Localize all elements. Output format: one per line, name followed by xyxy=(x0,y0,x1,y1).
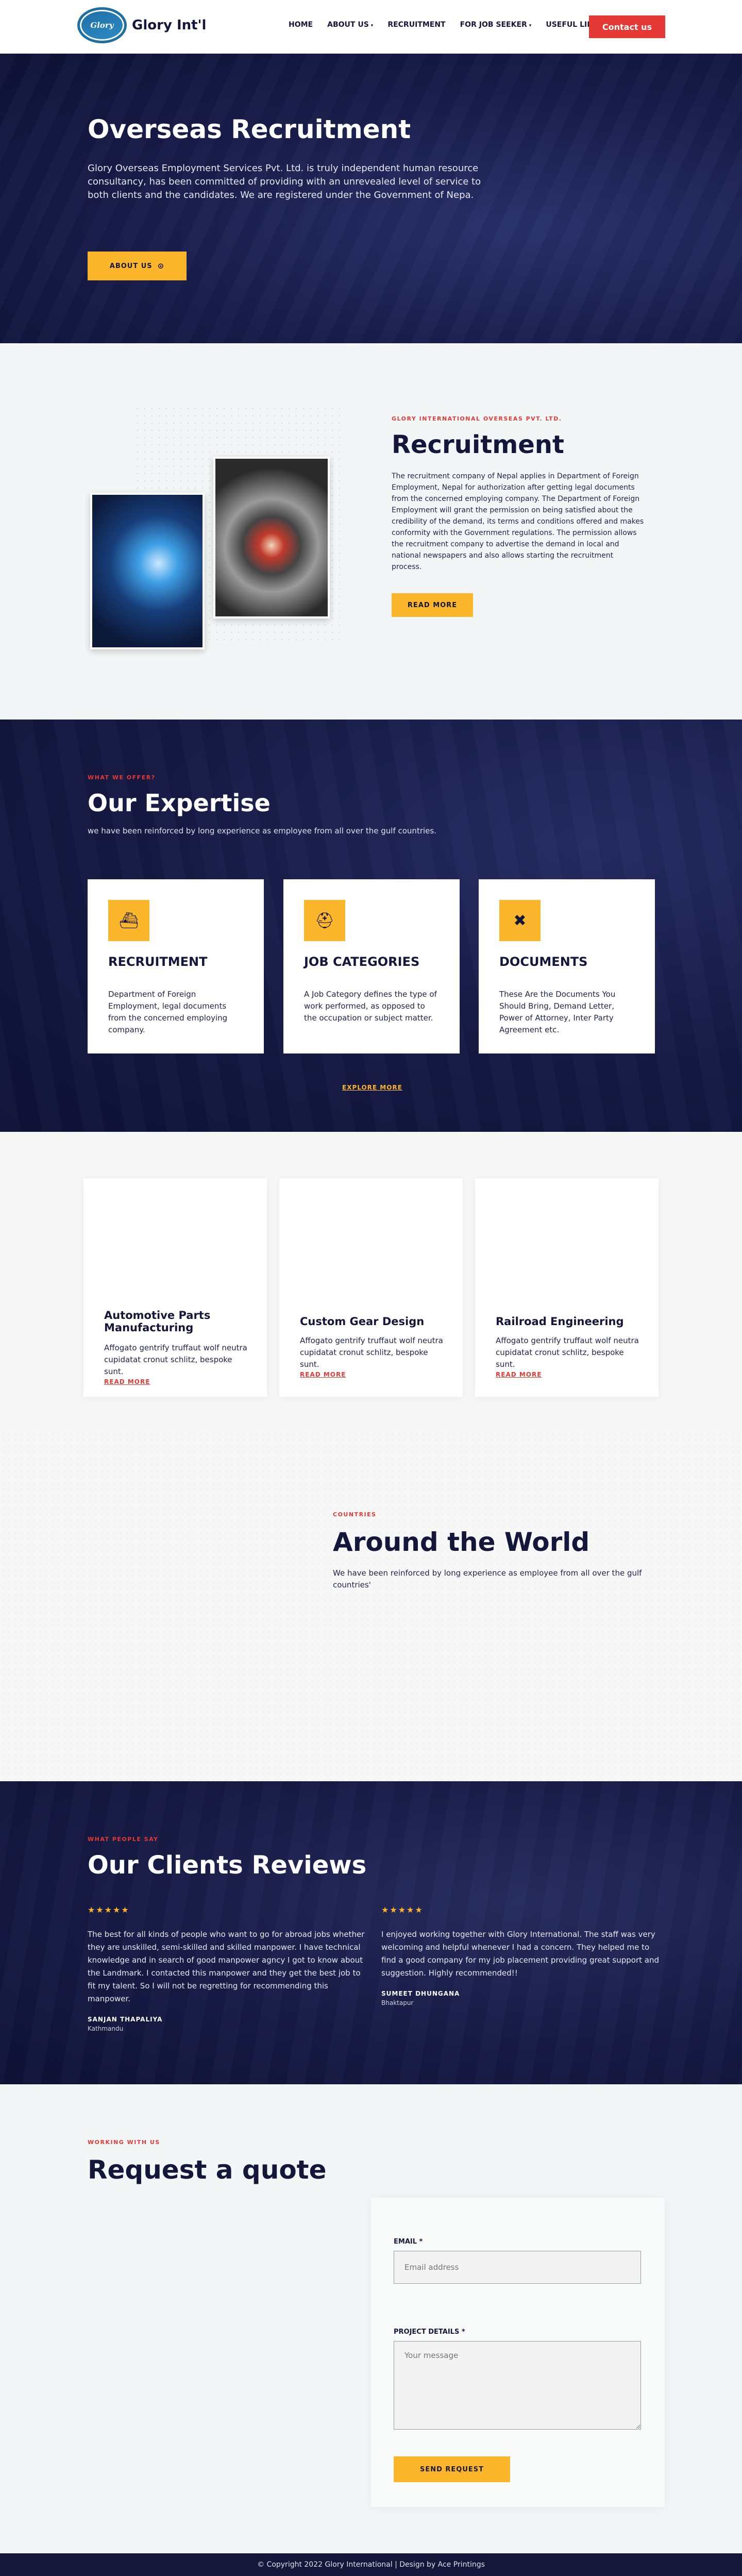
review-text: The best for all kinds of people who wan… xyxy=(88,1930,365,2003)
expertise-card-recruitment[interactable]: ⛴ RECRUITMENT Department of Foreign Empl… xyxy=(88,879,264,1053)
recruitment-eyebrow: GLORY INTERNATIONAL OVERSEAS PVT. LTD. xyxy=(392,415,562,422)
hardhat-icon: ⛑ xyxy=(304,900,345,941)
world-section: COUNTRIES Around the World We have been … xyxy=(0,1431,742,1781)
service-text: Affogato gentrify truffaut wolf neutra c… xyxy=(496,1336,639,1369)
expertise-subtitle: we have been reinforced by long experien… xyxy=(88,826,436,835)
nav-item-for-job-seeker[interactable]: FOR JOB SEEKER ▾ xyxy=(460,21,532,29)
hero-title: Overseas Recruitment xyxy=(88,114,411,144)
services-section: Automotive Parts Manufacturing Affogato … xyxy=(0,1132,742,1431)
nav-item-home[interactable]: HOME xyxy=(289,21,313,29)
about-us-button[interactable]: ABOUT US ⊙ xyxy=(88,252,187,280)
welding-photo xyxy=(90,493,205,649)
card-text: These Are the Documents You Should Bring… xyxy=(499,990,616,1034)
send-request-button[interactable]: SEND REQUEST xyxy=(394,2456,510,2482)
recruitment-title: Recruitment xyxy=(392,430,564,459)
hero-text: Glory Overseas Employment Services Pvt. … xyxy=(88,163,481,200)
reviews-section: WHAT PEOPLE SAY Our Clients Reviews ★★★★… xyxy=(0,1781,742,2084)
engine-photo xyxy=(213,457,330,618)
hero-section: Overseas Recruitment Glory Overseas Empl… xyxy=(0,54,742,343)
quote-title: Request a quote xyxy=(88,2155,327,2185)
recruitment-section: GLORY INTERNATIONAL OVERSEAS PVT. LTD. R… xyxy=(0,343,742,720)
explore-more-link[interactable]: EXPLORE MORE xyxy=(342,1084,402,1091)
card-title: JOB CATEGORIES xyxy=(304,955,420,969)
service-title: Custom Gear Design xyxy=(300,1315,425,1328)
quote-form: EMAIL * PROJECT DETAILS * SEND REQUEST xyxy=(371,2198,665,2507)
service-text: Affogato gentrify truffaut wolf neutra c… xyxy=(300,1336,443,1369)
recruitment-text: The recruitment company of Nepal applies… xyxy=(392,472,644,571)
logo-mark: Glory xyxy=(77,7,127,43)
copyright-text: © Copyright 2022 Glory International | D… xyxy=(257,2561,485,2569)
read-more-button[interactable]: READ MORE xyxy=(392,593,473,617)
expertise-title: Our Expertise xyxy=(88,789,271,817)
expertise-heading: WHAT WE OFFER? Our Expertise we have bee… xyxy=(88,774,436,835)
tools-icon: ✖ xyxy=(499,900,541,941)
service-card[interactable]: Automotive Parts Manufacturing Affogato … xyxy=(83,1178,267,1397)
chevron-down-icon: ▾ xyxy=(529,23,532,28)
expertise-card-job-categories[interactable]: ⛑ JOB CATEGORIES A Job Category defines … xyxy=(283,879,460,1053)
review-item: ★★★★★ The best for all kinds of people w… xyxy=(88,1905,366,2032)
expertise-card-documents[interactable]: ✖ DOCUMENTS These Are the Documents You … xyxy=(479,879,655,1053)
site-header: Glory Glory Int'l HOME ABOUT US ▾ RECRUIT… xyxy=(0,0,742,54)
expertise-section: WHAT WE OFFER? Our Expertise we have bee… xyxy=(0,720,742,1132)
star-rating-icon: ★★★★★ xyxy=(381,1905,424,1915)
review-item: ★★★★★ I enjoyed working together with Gl… xyxy=(381,1905,660,2006)
email-field[interactable] xyxy=(394,2251,641,2284)
quote-section: WORKING WITH US Request a quote EMAIL * … xyxy=(0,2084,742,2553)
read-more-link[interactable]: READ MORE xyxy=(300,1371,346,1378)
recruitment-content: GLORY INTERNATIONAL OVERSEAS PVT. LTD. R… xyxy=(392,415,644,617)
service-text: Affogato gentrify truffaut wolf neutra c… xyxy=(104,1343,247,1376)
nav-item-recruitment[interactable]: RECRUITMENT xyxy=(387,21,445,29)
expertise-eyebrow: WHAT WE OFFER? xyxy=(88,774,156,781)
world-eyebrow: COUNTRIES xyxy=(333,1511,377,1518)
main-nav: HOME ABOUT US ▾ RECRUITMENT FOR JOB SEEKE… xyxy=(289,21,604,29)
site-footer: © Copyright 2022 Glory International | D… xyxy=(0,2553,742,2576)
world-title: Around the World xyxy=(333,1527,590,1557)
card-title: RECRUITMENT xyxy=(108,955,208,969)
service-card[interactable]: Custom Gear Design Affogato gentrify tru… xyxy=(279,1178,463,1397)
read-more-link[interactable]: READ MORE xyxy=(104,1378,150,1385)
email-label: EMAIL * xyxy=(394,2238,423,2246)
quote-eyebrow: WORKING WITH US xyxy=(88,2139,160,2146)
reviewer-location: Bhaktapur xyxy=(381,1999,414,2006)
quote-heading: WORKING WITH US Request a quote xyxy=(88,2139,326,2185)
site-logo[interactable]: Glory Glory Int'l xyxy=(77,7,206,43)
nav-item-about-us[interactable]: ABOUT US ▾ xyxy=(327,21,373,29)
world-text: We have been reinforced by long experien… xyxy=(333,1568,642,1590)
ship-icon: ⛴ xyxy=(108,900,149,941)
reviewer-location: Kathmandu xyxy=(88,2025,124,2032)
contact-us-button[interactable]: Contact us xyxy=(589,15,665,38)
review-text: I enjoyed working together with Glory In… xyxy=(381,1930,659,1978)
read-more-link[interactable]: READ MORE xyxy=(496,1371,542,1378)
reviewer-name: SUMEET DHUNGANA xyxy=(381,1990,460,1997)
reviews-title: Our Clients Reviews xyxy=(88,1851,367,1880)
service-title: Railroad Engineering xyxy=(496,1315,624,1328)
reviews-heading: WHAT PEOPLE SAY Our Clients Reviews xyxy=(88,1836,366,1880)
card-text: A Job Category defines the type of work … xyxy=(304,990,437,1023)
card-text: Department of Foreign Employment, legal … xyxy=(108,990,228,1034)
world-content: COUNTRIES Around the World We have been … xyxy=(333,1511,642,1591)
reviewer-name: SANJAN THAPALIYA xyxy=(88,2016,163,2023)
circle-arrow-icon: ⊙ xyxy=(157,261,165,271)
service-card[interactable]: Railroad Engineering Affogato gentrify t… xyxy=(475,1178,659,1397)
star-rating-icon: ★★★★★ xyxy=(88,1905,130,1915)
project-details-label: PROJECT DETAILS * xyxy=(394,2328,465,2336)
chevron-down-icon: ▾ xyxy=(370,23,374,28)
project-details-field[interactable] xyxy=(394,2341,641,2430)
reviews-eyebrow: WHAT PEOPLE SAY xyxy=(88,1836,159,1843)
card-title: DOCUMENTS xyxy=(499,955,588,969)
logo-text: Glory Int'l xyxy=(132,18,207,33)
service-title: Automotive Parts Manufacturing xyxy=(104,1309,211,1334)
